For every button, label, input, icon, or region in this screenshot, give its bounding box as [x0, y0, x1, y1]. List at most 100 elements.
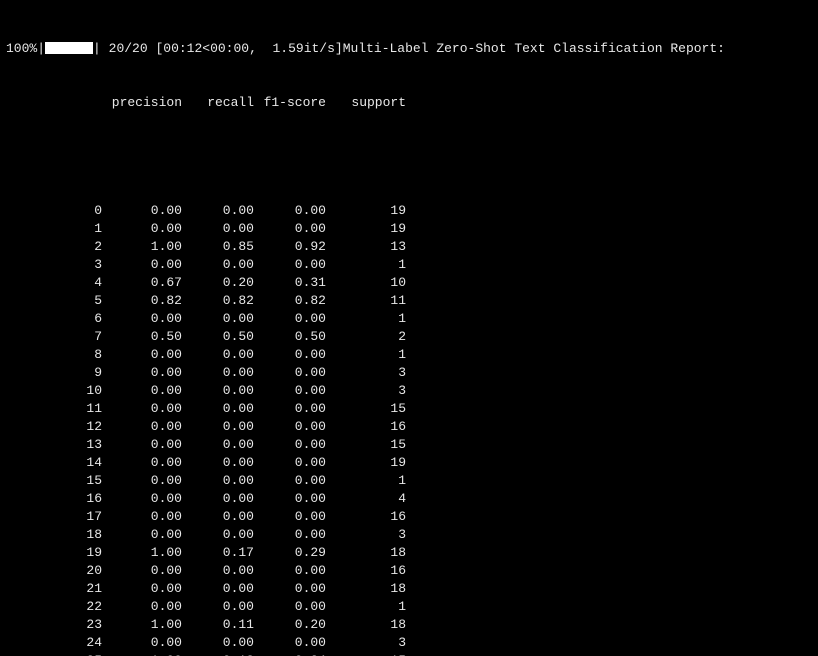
class-row-f1: 0.29	[254, 544, 326, 562]
class-row: 240.000.000.003	[6, 634, 812, 652]
class-row-f1: 0.00	[254, 364, 326, 382]
class-row-recall: 0.00	[182, 364, 254, 382]
class-row-precision: 1.00	[102, 652, 182, 656]
class-row-precision: 0.00	[102, 400, 182, 418]
class-row-recall: 0.13	[182, 652, 254, 656]
class-row-recall: 0.00	[182, 490, 254, 508]
class-row-precision: 1.00	[102, 238, 182, 256]
class-row-label: 20	[6, 562, 102, 580]
class-row-recall: 0.00	[182, 454, 254, 472]
class-row-recall: 0.00	[182, 526, 254, 544]
class-row: 231.000.110.2018	[6, 616, 812, 634]
header-row: precisionrecallf1-scoresupport	[6, 94, 812, 112]
class-row-support: 3	[326, 382, 406, 400]
class-row-recall: 0.00	[182, 436, 254, 454]
progress-counter: 20/20	[109, 41, 148, 56]
class-row-precision: 0.00	[102, 526, 182, 544]
class-row-f1: 0.31	[254, 274, 326, 292]
class-row-recall: 0.00	[182, 256, 254, 274]
class-row-support: 19	[326, 202, 406, 220]
class-row-precision: 0.82	[102, 292, 182, 310]
class-row-support: 1	[326, 472, 406, 490]
class-row-f1: 0.24	[254, 652, 326, 656]
class-row-precision: 0.50	[102, 328, 182, 346]
class-row-recall: 0.00	[182, 418, 254, 436]
class-row-precision: 0.00	[102, 346, 182, 364]
class-row: 100.000.000.003	[6, 382, 812, 400]
class-row-support: 18	[326, 580, 406, 598]
class-row-recall: 0.00	[182, 346, 254, 364]
class-row-support: 19	[326, 454, 406, 472]
class-row-precision: 0.00	[102, 256, 182, 274]
class-row-label: 13	[6, 436, 102, 454]
class-row-support: 1	[326, 310, 406, 328]
class-row-recall: 0.00	[182, 472, 254, 490]
class-row-precision: 0.00	[102, 508, 182, 526]
class-row-recall: 0.00	[182, 508, 254, 526]
class-row-f1: 0.00	[254, 400, 326, 418]
class-row-label: 8	[6, 346, 102, 364]
class-row: 90.000.000.003	[6, 364, 812, 382]
class-row-precision: 0.00	[102, 220, 182, 238]
class-row-precision: 0.00	[102, 364, 182, 382]
class-row-support: 16	[326, 562, 406, 580]
class-row-support: 13	[326, 238, 406, 256]
class-row-support: 18	[326, 616, 406, 634]
class-row: 170.000.000.0016	[6, 508, 812, 526]
class-row-support: 2	[326, 328, 406, 346]
class-row-label: 21	[6, 580, 102, 598]
class-row-support: 3	[326, 364, 406, 382]
class-row-recall: 0.82	[182, 292, 254, 310]
class-row-recall: 0.00	[182, 202, 254, 220]
class-row-f1: 0.00	[254, 598, 326, 616]
class-row-f1: 0.50	[254, 328, 326, 346]
class-row-f1: 0.00	[254, 562, 326, 580]
class-row-precision: 0.00	[102, 202, 182, 220]
class-row: 130.000.000.0015	[6, 436, 812, 454]
class-row-label: 4	[6, 274, 102, 292]
class-row-f1: 0.00	[254, 346, 326, 364]
class-row: 110.000.000.0015	[6, 400, 812, 418]
progress-bar-close: |	[93, 41, 109, 56]
class-row-support: 3	[326, 634, 406, 652]
class-row-f1: 0.00	[254, 634, 326, 652]
class-row-precision: 0.00	[102, 562, 182, 580]
class-row-label: 9	[6, 364, 102, 382]
class-row-recall: 0.50	[182, 328, 254, 346]
class-row: 00.000.000.0019	[6, 202, 812, 220]
class-row: 80.000.000.001	[6, 346, 812, 364]
class-row-recall: 0.85	[182, 238, 254, 256]
class-row-precision: 1.00	[102, 544, 182, 562]
class-row-support: 4	[326, 490, 406, 508]
class-row-label: 3	[6, 256, 102, 274]
progress-timing: [00:12<00:00, 1.59it/s]	[155, 41, 342, 56]
class-row: 21.000.850.9213	[6, 238, 812, 256]
class-row-label: 2	[6, 238, 102, 256]
class-row-recall: 0.00	[182, 634, 254, 652]
header-support: support	[326, 94, 406, 112]
class-row-label: 17	[6, 508, 102, 526]
class-row-precision: 0.00	[102, 598, 182, 616]
class-row: 180.000.000.003	[6, 526, 812, 544]
class-row-label: 24	[6, 634, 102, 652]
class-row-precision: 0.00	[102, 310, 182, 328]
class-row: 30.000.000.001	[6, 256, 812, 274]
class-row: 191.000.170.2918	[6, 544, 812, 562]
class-row-label: 7	[6, 328, 102, 346]
class-row-recall: 0.20	[182, 274, 254, 292]
class-row-recall: 0.17	[182, 544, 254, 562]
class-row-label: 18	[6, 526, 102, 544]
class-row-support: 1	[326, 346, 406, 364]
class-row: 60.000.000.001	[6, 310, 812, 328]
class-row-label: 14	[6, 454, 102, 472]
class-row-support: 15	[326, 400, 406, 418]
class-row-f1: 0.82	[254, 292, 326, 310]
progress-bar	[45, 40, 93, 58]
class-row-precision: 0.00	[102, 436, 182, 454]
terminal-output: 100%|| 20/20 [00:12<00:00, 1.59it/s]Mult…	[0, 0, 818, 656]
class-row-label: 16	[6, 490, 102, 508]
class-row-f1: 0.00	[254, 472, 326, 490]
class-row-f1: 0.00	[254, 580, 326, 598]
class-row-f1: 0.92	[254, 238, 326, 256]
class-row-label: 1	[6, 220, 102, 238]
